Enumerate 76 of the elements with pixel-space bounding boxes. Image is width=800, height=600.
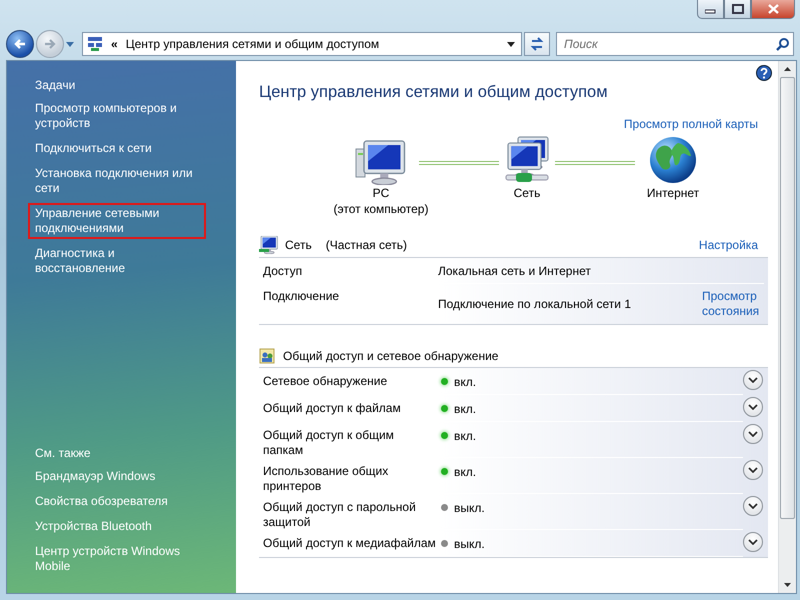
task-link[interactable]: Управление сетевыми подключениями xyxy=(28,203,206,239)
node-label: PC xyxy=(372,185,390,201)
refresh-button[interactable] xyxy=(524,32,550,56)
back-arrow-icon xyxy=(13,38,27,50)
expand-button[interactable] xyxy=(743,460,763,480)
scrollbar-thumb[interactable] xyxy=(780,77,795,519)
maximize-icon xyxy=(732,4,744,14)
close-icon xyxy=(768,4,778,14)
setting-status: вкл. xyxy=(454,464,476,478)
scroll-up-icon xyxy=(784,67,791,71)
expand-button[interactable] xyxy=(743,424,763,444)
network-icon xyxy=(259,236,279,254)
setting-label: Общий доступ с парольной защитой xyxy=(263,500,417,530)
see-also-link[interactable]: Брандмауэр Windows xyxy=(28,466,162,487)
help-icon xyxy=(756,65,772,81)
scroll-down-icon xyxy=(784,583,791,587)
info-label: Подключение xyxy=(263,289,340,303)
section-heading: Общий доступ и сетевое обнаружение xyxy=(283,349,498,363)
chevron-down-icon xyxy=(748,377,758,383)
page-title: Центр управления сетями и общим доступом xyxy=(259,83,609,102)
setting-status: выкл. xyxy=(454,500,485,514)
globe-icon xyxy=(648,135,698,185)
chevron-down-icon xyxy=(748,503,758,509)
chevron-down-icon xyxy=(748,539,758,545)
breadcrumb-path[interactable]: Центр управления сетями и общим доступом xyxy=(126,37,499,51)
dropdown-icon[interactable] xyxy=(507,42,515,46)
search-box[interactable]: Поиск xyxy=(556,32,794,56)
setting-label: Использование общих принтеров xyxy=(263,464,390,494)
network-name: Сеть xyxy=(285,238,312,252)
expand-button[interactable] xyxy=(743,370,763,390)
close-button[interactable] xyxy=(751,0,795,19)
setting-status: вкл. xyxy=(454,402,476,416)
info-value: Подключение по локальной сети 1 xyxy=(438,296,632,311)
node-label: Интернет xyxy=(646,185,700,201)
breadcrumb-chevron[interactable]: « xyxy=(111,37,118,51)
refresh-icon xyxy=(529,36,545,52)
sharing-icon xyxy=(259,348,275,364)
expand-button[interactable] xyxy=(743,496,763,516)
network-center-icon xyxy=(87,36,103,52)
setting-label: Сетевое обнаружение xyxy=(263,374,388,389)
customize-link[interactable]: Настройка xyxy=(698,238,758,252)
setting-status: выкл. xyxy=(454,536,485,550)
minimize-button[interactable] xyxy=(697,0,724,19)
see-also-link[interactable]: Центр устройств Windows Mobile xyxy=(28,541,206,577)
network-type: (Частная сеть) xyxy=(326,238,408,252)
view-status-link[interactable]: Просмотр состояния xyxy=(702,289,764,319)
chevron-down-icon xyxy=(748,431,758,437)
setting-label: Общий доступ к файлам xyxy=(263,401,402,416)
back-button[interactable] xyxy=(6,30,34,58)
setting-status: вкл. xyxy=(454,428,476,442)
task-link[interactable]: Диагностика и восстановление xyxy=(28,243,206,279)
search-icon xyxy=(776,38,789,50)
info-label: Доступ xyxy=(263,264,304,278)
full-map-link[interactable]: Просмотр полной карты xyxy=(624,117,758,131)
node-label: Сеть xyxy=(514,185,540,201)
expand-button[interactable] xyxy=(743,532,763,552)
see-also-link[interactable]: Свойства обозревателя xyxy=(28,491,175,512)
info-value: Локальная сеть и Интернет xyxy=(438,264,592,278)
task-link[interactable]: Просмотр компьютеров и устройств xyxy=(28,98,206,134)
section-heading: См. также xyxy=(35,446,92,460)
address-field[interactable]: « Центр управления сетями и общим доступом xyxy=(82,32,522,56)
search-field[interactable]: Поиск xyxy=(562,36,776,52)
task-link[interactable]: Установка подключения или сети xyxy=(28,163,206,199)
forward-arrow-icon xyxy=(43,38,57,50)
chevron-down-icon xyxy=(748,404,758,410)
setting-label: Общий доступ к общим папкам xyxy=(263,428,395,458)
task-link[interactable]: Подключиться к сети xyxy=(28,138,159,159)
chevron-down-icon xyxy=(748,467,758,473)
node-sublabel: (этот компьютер) xyxy=(334,201,428,217)
setting-label: Общий доступ к медиафайлам xyxy=(263,536,437,551)
see-also-link[interactable]: Устройства Bluetooth xyxy=(28,516,159,537)
section-heading: Задачи xyxy=(35,78,76,92)
maximize-button[interactable] xyxy=(724,0,751,19)
help-button[interactable] xyxy=(756,65,772,84)
setting-status: вкл. xyxy=(454,374,476,388)
expand-button[interactable] xyxy=(743,397,763,417)
